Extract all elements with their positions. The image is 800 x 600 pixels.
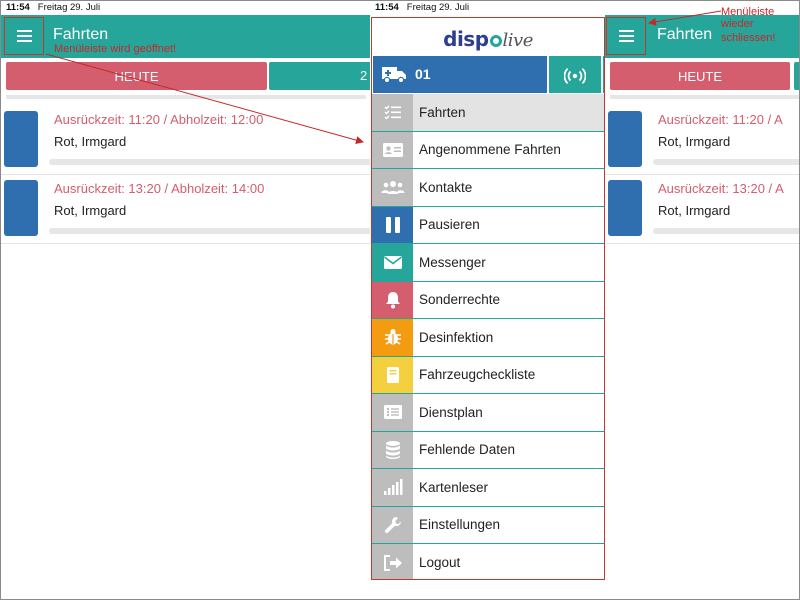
arrow-close-menu bbox=[648, 10, 722, 26]
arrow-open-menu bbox=[45, 53, 364, 144]
screenshot-frame: 11:54 Freitag 29. Juli Fahrten Menüleiste… bbox=[0, 0, 800, 600]
annotation-arrows bbox=[45, 10, 722, 144]
